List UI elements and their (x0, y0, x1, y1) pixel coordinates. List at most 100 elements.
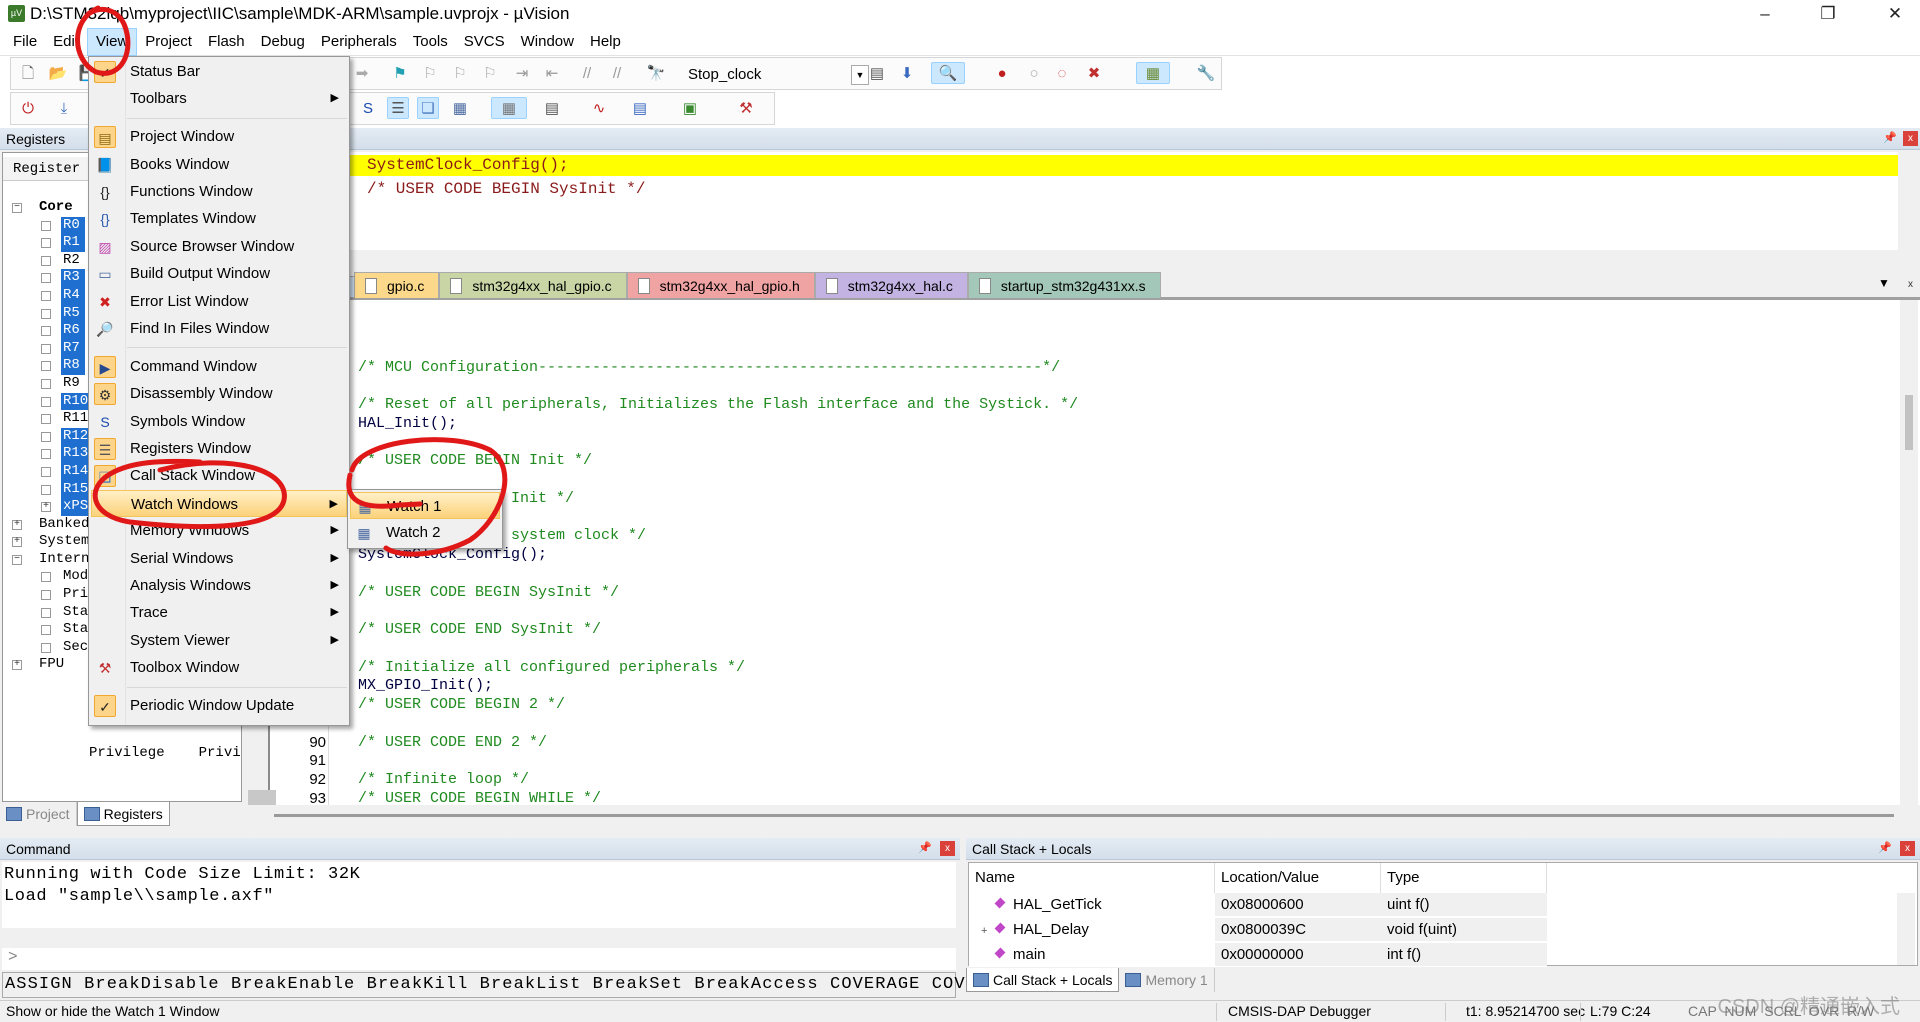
breakpoint-insert-icon[interactable]: ● (991, 63, 1013, 85)
unindent-icon[interactable]: ⇤ (541, 63, 563, 85)
view-menu-item[interactable]: Serial Windows ▶ (91, 545, 347, 572)
tree-expander-icon[interactable] (41, 290, 51, 301)
tree-expander-icon[interactable]: − (12, 554, 22, 565)
view-menu-item[interactable]: Watch Windows ▶ (91, 489, 347, 518)
view-menu-item[interactable]: Memory Windows ▶ (91, 517, 347, 544)
editor-tab[interactable]: startup_stm32g431xx.s (967, 272, 1161, 298)
scrollbar-thumb[interactable] (274, 814, 1894, 817)
disassembly-scrollbar[interactable] (1900, 152, 1918, 250)
column-header-type[interactable]: Type (1381, 863, 1547, 893)
view-menu-item[interactable]: 🔎 Find In Files Window (91, 315, 347, 342)
editor-vertical-scrollbar[interactable] (1900, 300, 1918, 805)
menu-item[interactable]: View (87, 28, 138, 56)
call-stack-window-icon[interactable]: ❏ (417, 97, 439, 119)
step-icon[interactable]: ⤓ (53, 98, 75, 120)
new-file-icon[interactable]: 🗋 (17, 63, 39, 85)
tree-expander-icon[interactable] (41, 361, 51, 372)
left-panel-tab[interactable]: Registers (76, 802, 170, 826)
call-stack-row[interactable]: main 0x00000000 int f() (969, 943, 1915, 968)
manage-project-icon[interactable]: ▤ (866, 63, 888, 85)
close-window-button[interactable]: ✕ (1875, 2, 1915, 26)
bookmark-prev-icon[interactable]: ⚐ (419, 63, 441, 85)
comment-icon[interactable]: // (576, 63, 598, 85)
restore-button[interactable]: ❐ (1808, 2, 1848, 26)
view-menu-item[interactable]: ❏ Call Stack Window (91, 462, 347, 489)
tree-expander-icon[interactable] (41, 255, 51, 266)
view-menu-item[interactable]: ▨ Source Browser Window (91, 233, 347, 260)
command-hscrollbar[interactable] (2, 930, 956, 946)
view-menu-item[interactable]: 📘 Books Window (91, 151, 347, 178)
symbols-window-icon[interactable]: S (357, 98, 379, 120)
tree-expander-icon[interactable] (41, 326, 51, 337)
registers-window-icon[interactable]: ☰ (387, 97, 409, 119)
menu-item[interactable]: File (5, 28, 45, 56)
watch-window-icon[interactable]: ▦ (449, 98, 471, 120)
view-menu-item[interactable]: ▶ Command Window (91, 353, 347, 380)
reset-cpu-icon[interactable]: ⏻ (17, 98, 39, 120)
view-menu-item[interactable]: {} Functions Window (91, 178, 347, 205)
menu-item[interactable]: Tools (405, 28, 456, 56)
view-menu-item[interactable]: Toolbars ▶ (91, 85, 347, 112)
editor-tab[interactable]: stm32g4xx_hal_gpio.h (626, 272, 815, 298)
bottom-panel-tab[interactable]: Call Stack + Locals (966, 968, 1120, 992)
uncomment-icon[interactable]: // (606, 63, 628, 85)
bottom-panel-tab[interactable]: Memory 1 (1119, 968, 1215, 992)
watch-submenu-item[interactable]: ▦ Watch 1 (350, 492, 500, 520)
tree-expander-icon[interactable] (41, 273, 51, 284)
tree-expander-icon[interactable] (41, 449, 51, 460)
disassembly-view[interactable]: SystemClock_Config(); /* USER CODE BEGIN … (340, 152, 1898, 250)
trace-icon[interactable]: ▤ (629, 98, 651, 120)
pin-icon[interactable]: 📌 (1883, 131, 1897, 146)
close-icon[interactable]: x (940, 841, 955, 856)
editor-horizontal-scrollbar[interactable] (248, 805, 1920, 825)
view-menu-item[interactable]: ▤ Project Window (91, 123, 347, 150)
indent-icon[interactable]: ⇥ (511, 63, 533, 85)
view-menu-item[interactable]: ✓ Status Bar (91, 58, 347, 85)
bookmark-next-icon[interactable]: ⚐ (449, 63, 471, 85)
menu-item[interactable]: Edit (45, 28, 87, 56)
tree-expander-icon[interactable]: + (12, 519, 22, 530)
tree-expander-icon[interactable]: + (41, 502, 51, 513)
view-menu-item[interactable]: ☰ Registers Window (91, 435, 347, 462)
tree-expander-icon[interactable]: + (12, 660, 22, 671)
breakpoint-disable-all-icon[interactable]: ◌ (1051, 63, 1073, 85)
open-file-icon[interactable]: 📂 (47, 63, 69, 85)
tree-expander-icon[interactable] (41, 308, 51, 319)
target-select[interactable]: Stop_clock ▼ (683, 64, 869, 86)
pin-icon[interactable]: 📌 (1878, 841, 1892, 856)
bookmark-clear-icon[interactable]: ⚐ (479, 63, 501, 85)
tree-expander-icon[interactable] (41, 607, 51, 618)
tab-list-dropdown-icon[interactable]: ▼ (1878, 276, 1890, 290)
menu-item[interactable]: Project (137, 28, 200, 56)
view-menu-item[interactable]: S Symbols Window (91, 408, 347, 435)
menu-item[interactable]: Help (582, 28, 629, 56)
breakpoint-kill-all-icon[interactable]: ✖ (1083, 63, 1105, 85)
bookmark-set-icon[interactable]: ⚑ (389, 63, 411, 85)
tree-expander-icon[interactable] (41, 466, 51, 477)
tree-expander-icon[interactable] (41, 378, 51, 389)
view-menu-item[interactable]: ✖ Error List Window (91, 288, 347, 315)
column-header-location[interactable]: Location/Value (1215, 863, 1381, 893)
tree-expander-icon[interactable] (41, 431, 51, 442)
system-viewer-icon[interactable]: ▣ (679, 98, 701, 120)
tree-expander-icon[interactable] (41, 642, 51, 653)
tree-expander-icon[interactable] (41, 343, 51, 354)
debug-session-icon[interactable]: 🔍 (931, 62, 965, 84)
menu-item[interactable]: Peripherals (313, 28, 405, 56)
left-panel-tab[interactable]: Project (0, 802, 77, 826)
view-menu-item[interactable]: System Viewer ▶ (91, 627, 347, 654)
breakpoint-enable-icon[interactable]: ○ (1023, 63, 1045, 85)
column-header-name[interactable]: Name (969, 863, 1215, 893)
watch-submenu-item[interactable]: ▦ Watch 2 (350, 519, 500, 546)
menu-item[interactable]: Debug (253, 28, 313, 56)
minimize-button[interactable]: – (1745, 2, 1785, 26)
memory-window-icon[interactable]: ▦ (491, 97, 527, 119)
navigate-forward-icon[interactable]: ➡ (351, 63, 373, 85)
tree-expander-icon[interactable]: − (12, 203, 22, 213)
download-icon[interactable]: ⬇ (896, 63, 918, 85)
view-menu-item[interactable]: Analysis Windows ▶ (91, 572, 347, 599)
toolbox-icon[interactable]: ⚒ (735, 98, 757, 120)
call-stack-scrollbar[interactable] (1897, 893, 1915, 965)
tree-expander-icon[interactable] (41, 572, 51, 583)
tree-expander-icon[interactable]: + (981, 919, 995, 943)
